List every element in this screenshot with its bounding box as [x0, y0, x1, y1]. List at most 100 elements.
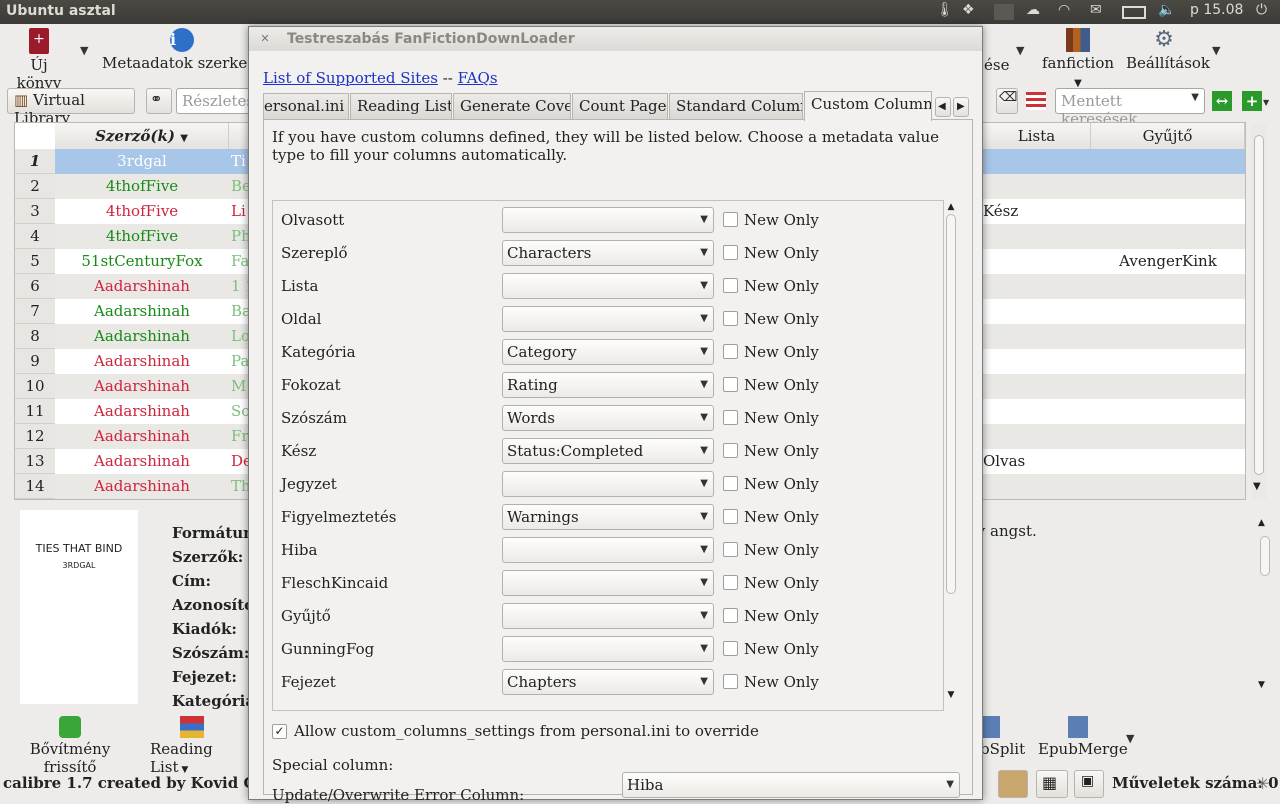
title-cell[interactable]: Fr — [231, 424, 249, 449]
close-icon[interactable]: ✕ — [257, 31, 273, 47]
row-number[interactable]: 7 — [15, 299, 55, 324]
jobs-count[interactable]: Műveletek száma: 0 — [1112, 774, 1279, 792]
settings-button[interactable]: ⚙ Beállítások — [1126, 28, 1210, 73]
row-number[interactable]: 14 — [15, 474, 55, 499]
title-cell[interactable]: Be — [231, 174, 249, 199]
chevron-down-icon[interactable]: ▼ — [80, 44, 88, 57]
new-only-checkbox[interactable] — [723, 410, 738, 425]
gyujto-cell[interactable] — [1091, 149, 1245, 174]
row-number[interactable]: 5 — [15, 249, 55, 274]
dialog-titlebar[interactable]: ✕ Testreszabás FanFictionDownLoader — [249, 27, 982, 51]
gyujto-cell[interactable] — [1091, 274, 1245, 299]
author-cell[interactable]: 4thofFive — [55, 174, 229, 199]
tab-scroll-right-icon[interactable]: ▶ — [953, 97, 969, 117]
faqs-link[interactable]: FAQs — [458, 69, 498, 87]
new-only-checkbox[interactable] — [723, 245, 738, 260]
binoculars-icon[interactable]: ⚭ — [146, 88, 172, 114]
battery-icon[interactable] — [1122, 6, 1146, 19]
metadata-type-select[interactable]: Characters ▼ — [502, 240, 714, 266]
new-only-checkbox[interactable] — [723, 542, 738, 557]
save-search-icon[interactable]: ↔ — [1212, 91, 1232, 111]
new-only-checkbox[interactable] — [723, 443, 738, 458]
title-cell[interactable]: 1 1 — [231, 274, 249, 299]
chevron-down-icon[interactable]: ▼ — [1126, 732, 1134, 745]
new-only-checkbox[interactable] — [723, 509, 738, 524]
tab-standard-columns[interactable]: Standard Columns — [669, 93, 803, 119]
metadata-type-select[interactable]: ▼ — [502, 273, 714, 299]
custom-columns-list[interactable]: Olvasott ▼ New Only Szereplő Characters ▼ New … — [272, 200, 944, 711]
dropbox-icon[interactable]: ❖ — [962, 2, 975, 18]
author-cell[interactable]: Aadarshinah — [55, 274, 229, 299]
tab-reading-lists[interactable]: Reading Lists — [350, 93, 452, 119]
row-number[interactable]: 13 — [15, 449, 55, 474]
chevron-down-icon[interactable]: ▼ — [1263, 98, 1269, 107]
clear-search-icon[interactable]: ⌫ — [996, 88, 1018, 114]
column-header-gyujto[interactable]: Gyűjtő — [1091, 123, 1245, 149]
row-number[interactable]: 11 — [15, 399, 55, 424]
title-cell[interactable]: Ti — [231, 149, 249, 174]
metadata-type-select[interactable]: ▼ — [502, 603, 714, 629]
chevron-down-icon[interactable]: ▼ — [1212, 44, 1220, 57]
new-book-button[interactable]: + Új könyv — [6, 28, 72, 92]
metadata-type-select[interactable]: Chapters ▼ — [502, 669, 714, 695]
fanfiction-button[interactable]: fanfiction ▼ — [1040, 28, 1116, 90]
tab-scroll-left-icon[interactable]: ◀ — [935, 97, 951, 117]
book-cover[interactable]: TIES THAT BIND 3RDGAL — [20, 510, 138, 704]
gyujto-cell[interactable] — [1091, 374, 1245, 399]
metadata-type-select[interactable]: ▼ — [502, 537, 714, 563]
row-number[interactable]: 3 — [15, 199, 55, 224]
tab-count-pages[interactable]: Count Pages — [572, 93, 668, 119]
author-cell[interactable]: 4thofFive — [55, 199, 229, 224]
author-cell[interactable]: 4thofFive — [55, 224, 229, 249]
title-cell[interactable]: Th — [231, 474, 249, 499]
author-cell[interactable]: Aadarshinah — [55, 324, 229, 349]
power-icon[interactable]: ⏻ — [1256, 2, 1267, 18]
lista-cell[interactable] — [983, 399, 1083, 424]
tab-personal-ini[interactable]: ersonal.ini — [263, 93, 349, 119]
cover-flow-icon[interactable]: ▣ — [1074, 770, 1104, 798]
row-number[interactable]: 1 — [15, 149, 55, 174]
gyujto-cell[interactable]: AvengerKink — [1091, 249, 1245, 274]
title-cell[interactable]: So — [231, 399, 249, 424]
lista-cell[interactable] — [983, 299, 1083, 324]
plugin-update-button[interactable]: Bővítmény frissítő — [8, 716, 132, 776]
detail-scrollbar[interactable]: ▲ ▼ — [1258, 518, 1272, 698]
author-cell[interactable]: Aadarshinah — [55, 474, 229, 499]
author-cell[interactable]: Aadarshinah — [55, 399, 229, 424]
new-only-checkbox[interactable] — [723, 278, 738, 293]
new-only-checkbox[interactable] — [723, 311, 738, 326]
column-header-title[interactable] — [229, 123, 249, 149]
list-scrollbar[interactable]: ▲ ▼ — [944, 202, 958, 710]
row-number[interactable]: 12 — [15, 424, 55, 449]
gyujto-cell[interactable] — [1091, 349, 1245, 374]
lista-cell[interactable]: Olvas — [983, 449, 1083, 474]
metadata-type-select[interactable]: Status:Completed ▼ — [502, 438, 714, 464]
mail-icon[interactable]: ✉ — [1090, 2, 1102, 18]
new-only-checkbox[interactable] — [723, 608, 738, 623]
gyujto-cell[interactable] — [1091, 424, 1245, 449]
new-only-checkbox[interactable] — [723, 575, 738, 590]
row-number[interactable]: 8 — [15, 324, 55, 349]
error-column-select[interactable]: Hiba ▼ — [622, 772, 960, 798]
title-cell[interactable]: M — [231, 374, 249, 399]
chevron-down-icon[interactable]: ▼ — [1016, 44, 1024, 57]
title-cell[interactable]: Ba — [231, 299, 249, 324]
lista-cell[interactable] — [983, 174, 1083, 199]
thermometer-icon[interactable]: 🌡 — [936, 2, 954, 18]
cloud-icon[interactable]: ☁ — [1026, 2, 1040, 18]
title-cell[interactable]: Fa — [231, 249, 249, 274]
grid-view-icon[interactable]: ▦ — [1036, 770, 1068, 798]
gyujto-cell[interactable] — [1091, 199, 1245, 224]
title-cell[interactable]: De — [231, 449, 249, 474]
metadata-type-select[interactable]: Category ▼ — [502, 339, 714, 365]
row-number[interactable]: 6 — [15, 274, 55, 299]
gyujto-cell[interactable] — [1091, 299, 1245, 324]
wifi-icon[interactable]: ◠ — [1058, 2, 1070, 18]
row-number[interactable]: 2 — [15, 174, 55, 199]
row-number[interactable]: 9 — [15, 349, 55, 374]
new-only-checkbox[interactable] — [723, 674, 738, 689]
lista-cell[interactable] — [983, 374, 1083, 399]
tab-generate-cover[interactable]: Generate Cover — [453, 93, 571, 119]
new-only-checkbox[interactable] — [723, 377, 738, 392]
toolbar-tail-label[interactable]: ése — [984, 56, 1009, 74]
